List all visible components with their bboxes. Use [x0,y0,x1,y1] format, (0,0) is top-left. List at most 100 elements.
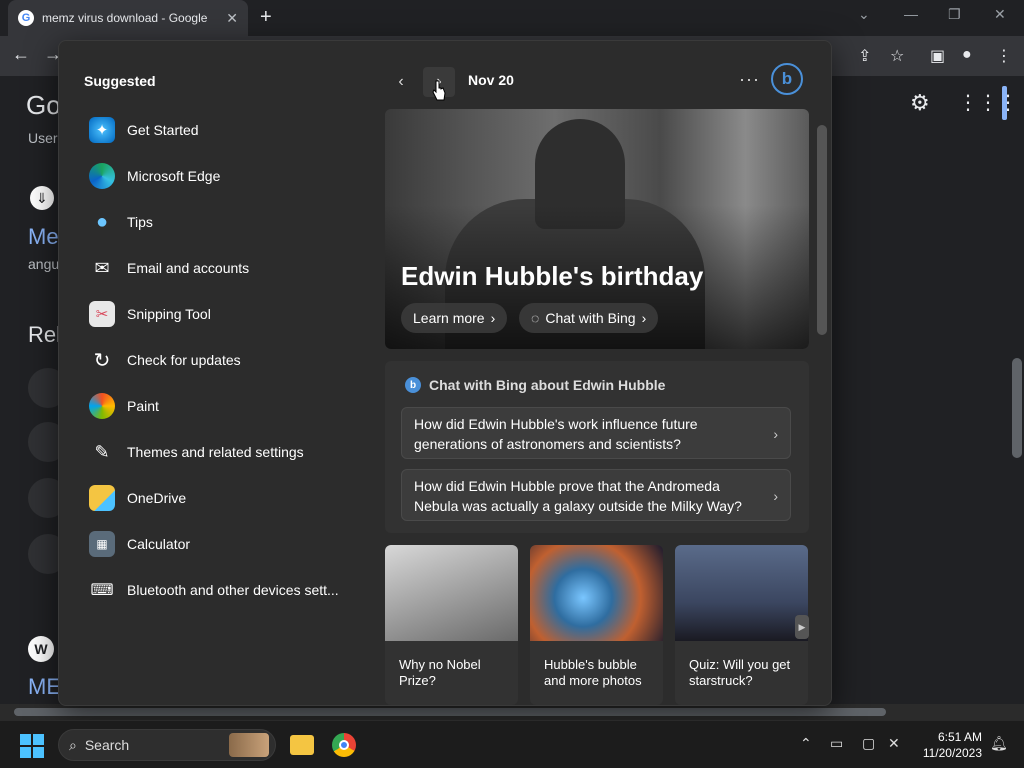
more-options-icon[interactable]: ··· [739,69,760,90]
app-label: Calculator [127,536,191,552]
close-window-button[interactable]: ✕ [994,6,1006,23]
taskbar-search[interactable]: ⌕ Search [58,729,276,761]
chrome-icon[interactable] [328,729,360,761]
result-link-fragment[interactable]: Me [28,224,59,250]
flyout-scroll-thumb[interactable] [817,125,827,335]
brush-icon: ✎ [94,441,110,462]
new-tab-button[interactable]: + [260,6,272,29]
app-item-check-for-updates[interactable]: ↻ Check for updates [89,337,389,383]
previous-day-chevron-icon[interactable]: ‹ [385,67,417,97]
hand-cursor-icon [432,80,446,101]
notification-bell-icon[interactable]: 🔔︎ [990,735,1008,752]
page-scroll-thumb[interactable] [1012,358,1022,458]
chevron-right-icon: › [490,310,496,326]
widgets-flyout: Suggested ✦ Get Started Microsoft Edge ●… [58,40,832,706]
tile-image [530,545,663,641]
taskbar-clock[interactable]: 6:51 AM 11/20/2023 [916,729,982,761]
windows-start-icon[interactable] [20,734,44,758]
tab-title: memz virus download - Google [42,11,208,25]
bluetooth-devices-icon: ⌨ [90,582,114,599]
chevron-right-icon: › [641,310,647,326]
side-panel-icon[interactable]: ▣ [930,46,945,66]
suggested-title: Suggested [84,73,156,89]
suggested-apps-list: ✦ Get Started Microsoft Edge ● Tips ✉ Em… [89,107,389,613]
story-tile[interactable]: Quiz: Will you get starstruck? [675,545,808,705]
bing-logo-icon[interactable]: b [771,63,803,95]
app-item-microsoft-edge[interactable]: Microsoft Edge [89,153,389,199]
google-apps-icon[interactable]: ⋮⋮⋮ [958,90,1018,115]
share-icon[interactable]: ⇪ [858,46,871,66]
tips-icon: ● [95,210,109,233]
clock-time: 6:51 AM [937,730,982,744]
browser-tabstrip: G memz virus download - Google ✕ + ⌄ — ❐… [0,0,1024,36]
app-label: Themes and related settings [127,444,304,460]
w-site-icon: W [28,636,54,662]
search-icon: ⌕ [69,736,77,753]
app-item-bluetooth-and-other-devices[interactable]: ⌨ Bluetooth and other devices sett... [89,567,389,613]
app-item-paint[interactable]: Paint [89,383,389,429]
chevron-right-icon: › [773,426,778,442]
browser-tab[interactable]: G memz virus download - Google ✕ [8,0,248,36]
app-item-snipping-tool[interactable]: ✂ Snipping Tool [89,291,389,337]
app-item-email-and-accounts[interactable]: ✉ Email and accounts [89,245,389,291]
app-label: Email and accounts [127,260,250,276]
bing-question-2[interactable]: How did Edwin Hubble prove that the Andr… [401,469,791,521]
chrome-menu-icon[interactable]: ⋮ [996,46,1012,66]
app-label: Check for updates [127,352,241,368]
chevron-right-icon: › [773,488,778,504]
learn-more-button[interactable]: Learn more › [401,303,508,333]
page-vertical-scrollbar[interactable] [1010,76,1024,704]
related-heading-fragment: Rel [28,322,62,347]
app-item-themes-and-related-settings[interactable]: ✎ Themes and related settings [89,429,389,475]
result-link-fragment[interactable]: ME [28,674,61,700]
search-highlight-image [229,733,269,757]
date-navigation: ‹ › Nov 20 ··· b [385,63,815,97]
google-favicon-icon: G [18,10,34,26]
refresh-icon: ↻ [93,349,111,372]
back-arrow-icon[interactable]: ← [12,44,30,65]
app-label: Snipping Tool [127,306,211,322]
chat-with-bing-button[interactable]: ◌ Chat with Bing › [519,303,659,333]
paint-icon [89,393,115,419]
story-tile[interactable]: Hubble's bubble and more photos [530,545,663,705]
app-item-calculator[interactable]: ▦ Calculator [89,521,389,567]
chat-bubble-icon: ◌ [531,310,540,326]
app-item-tips[interactable]: ● Tips [89,199,389,245]
app-label: Bluetooth and other devices sett... [127,582,339,598]
calculator-icon: ▦ [89,531,115,557]
date-label: Nov 20 [468,72,514,88]
app-item-onedrive[interactable]: OneDrive [89,475,389,521]
file-explorer-icon[interactable] [286,729,318,761]
volume-muted-icon[interactable]: ✕ [888,735,900,752]
horizontal-scroll-thumb[interactable] [14,708,886,716]
bookmark-star-icon[interactable]: ☆ [890,46,904,66]
story-tile[interactable]: Why no Nobel Prize? [385,545,518,705]
learn-more-label: Learn more [413,310,485,326]
display-icon[interactable]: ▢ [862,735,875,752]
question-text: How did Edwin Hubble prove that the Andr… [414,478,742,514]
mail-icon: ✉ [94,257,110,278]
tile-caption: Hubble's bubble and more photos [544,657,642,688]
page-text-user: User [28,130,58,146]
google-logo-fragment: Go [26,90,61,120]
profile-icon[interactable]: ● [962,46,972,64]
app-item-get-started[interactable]: ✦ Get Started [89,107,389,153]
tiles-scroll-right-icon[interactable]: ▶ [795,615,809,639]
tile-image [385,545,518,641]
bing-question-1[interactable]: How did Edwin Hubble's work influence fu… [401,407,791,459]
flyout-vertical-scrollbar[interactable] [817,111,827,705]
edge-icon [89,163,115,189]
hero-card[interactable]: Edwin Hubble's birthday Learn more › ◌ C… [385,109,809,349]
network-disconnected-icon[interactable]: ▭ [830,735,843,752]
app-label: Get Started [127,122,199,138]
settings-gear-icon[interactable]: ⚙ [910,90,930,116]
page-horizontal-scrollbar[interactable] [0,704,1024,720]
tray-chevron-up-icon[interactable]: ⌃ [800,735,812,752]
minimize-button[interactable]: — [904,6,918,22]
get-started-icon: ✦ [89,117,115,143]
tab-close-icon[interactable]: ✕ [226,10,238,27]
onedrive-icon [89,485,115,511]
tab-search-chevron-icon[interactable]: ⌄ [858,6,870,23]
restore-button[interactable]: ❐ [948,6,961,23]
page-text-angu: angu [28,256,60,272]
